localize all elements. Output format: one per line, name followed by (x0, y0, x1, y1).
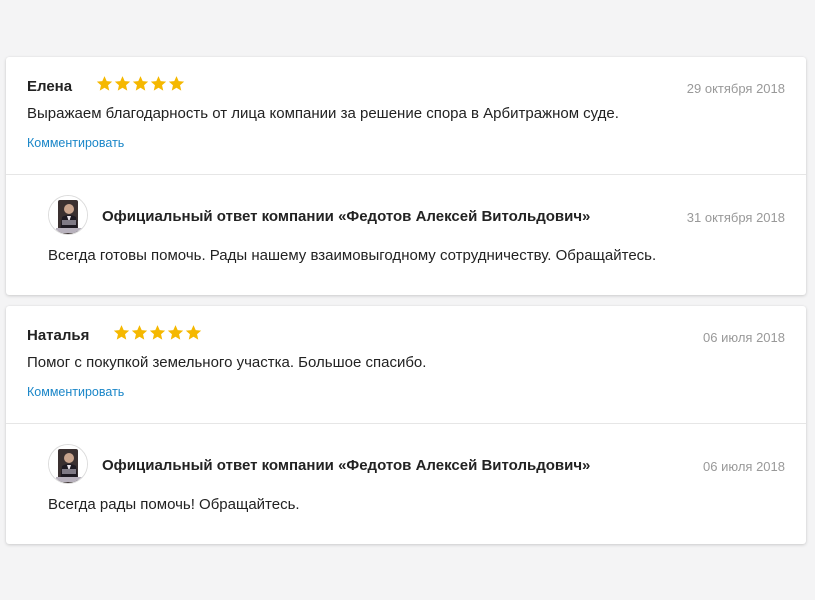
review-text: Выражаем благодарность от лица компании … (27, 105, 619, 122)
star-icon (114, 76, 131, 91)
star-icon (132, 76, 149, 91)
comment-link[interactable]: Комментировать (27, 385, 124, 399)
reply-title: Официальный ответ компании «Федотов Алек… (102, 457, 591, 474)
star-icon (131, 325, 148, 340)
reply-title: Официальный ответ компании «Федотов Алек… (102, 208, 591, 225)
review-card: Елена 29 октября 2018 Выражаем благодарн… (6, 57, 806, 295)
review-author: Наталья (27, 327, 90, 344)
rating-stars (96, 75, 185, 92)
star-icon (185, 325, 202, 340)
company-avatar (48, 444, 88, 484)
comment-link[interactable]: Комментировать (27, 136, 124, 150)
official-reply: Официальный ответ компании «Федотов Алек… (6, 175, 806, 295)
reply-text: Всегда готовы помочь. Рады нашему взаимо… (48, 247, 657, 264)
review: Елена 29 октября 2018 Выражаем благодарн… (6, 57, 806, 174)
review-date: 29 октября 2018 (686, 81, 785, 96)
official-reply: Официальный ответ компании «Федотов Алек… (6, 424, 806, 544)
star-icon (149, 325, 166, 340)
reply-date: 06 июля 2018 (703, 459, 785, 474)
star-icon (168, 76, 185, 91)
lawyer-photo-avatar-icon (49, 445, 87, 483)
review-author: Елена (27, 78, 73, 95)
reply-text: Всегда рады помочь! Обращайтесь. (48, 496, 300, 513)
star-icon (96, 76, 113, 91)
lawyer-photo-avatar-icon (49, 196, 87, 234)
review: Наталья 06 июля 2018 Помог с покупкой зе… (6, 306, 806, 423)
review-date: 06 июля 2018 (703, 330, 785, 345)
star-icon (167, 325, 184, 340)
rating-stars (113, 324, 202, 341)
star-icon (150, 76, 167, 91)
company-avatar (48, 195, 88, 235)
review-card: Наталья 06 июля 2018 Помог с покупкой зе… (6, 306, 806, 544)
reply-date: 31 октября 2018 (686, 210, 785, 225)
review-text: Помог с покупкой земельного участка. Бол… (27, 354, 427, 371)
star-icon (113, 325, 130, 340)
